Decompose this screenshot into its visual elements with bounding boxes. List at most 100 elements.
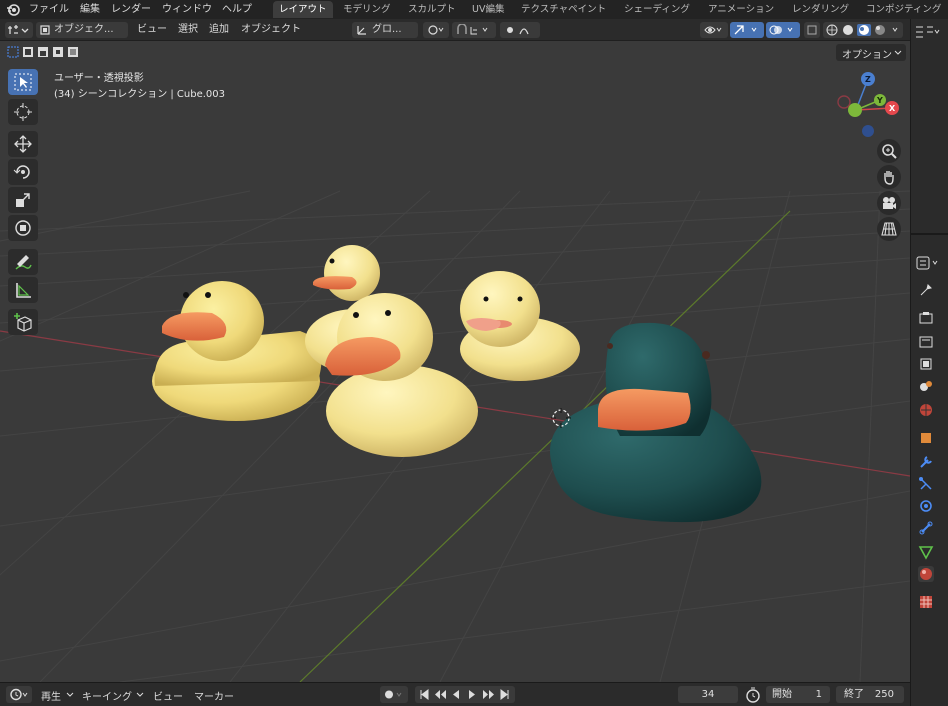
move-tool[interactable] <box>8 131 38 157</box>
object-tab-icon[interactable] <box>918 430 934 446</box>
tab-modeling[interactable]: モデリング <box>337 1 397 18</box>
xray-icon <box>807 25 817 35</box>
view-layer-tab-icon[interactable] <box>918 356 934 372</box>
menu-window[interactable]: ウィンドウ <box>162 2 212 17</box>
pan-button[interactable] <box>877 165 901 189</box>
auto-keying-toggle[interactable] <box>380 686 408 703</box>
render-tab-icon[interactable] <box>918 310 934 326</box>
tab-shading[interactable]: シェーディング <box>618 1 696 18</box>
world-tab-icon[interactable] <box>918 402 934 418</box>
constraints-tab-icon[interactable] <box>918 520 934 536</box>
tool-tab-icon[interactable] <box>918 282 934 298</box>
playback-controls[interactable] <box>415 686 515 703</box>
duck-right-yellow[interactable] <box>460 271 580 381</box>
duck-center[interactable] <box>325 293 478 457</box>
tab-animation[interactable]: アニメーション <box>702 1 780 18</box>
3d-cursor-icon <box>14 103 32 121</box>
header-menu-view[interactable]: ビュー <box>137 22 167 38</box>
scene-tab-icon[interactable] <box>918 378 934 394</box>
zoom-icon <box>882 144 897 159</box>
measure-tool[interactable] <box>8 277 38 303</box>
tab-compositing[interactable]: コンポジティング <box>860 1 947 18</box>
modifier-tab-icon[interactable] <box>918 454 934 470</box>
orientation-label: グロ... <box>372 24 402 35</box>
visibility-dropdown[interactable] <box>700 22 728 38</box>
keying-menu[interactable]: キーイング <box>82 688 132 703</box>
tab-texture-paint[interactable]: テクスチャペイント <box>515 1 612 18</box>
tab-rendering[interactable]: レンダリング <box>786 1 855 18</box>
playback-icons <box>420 689 509 700</box>
preview-range-toggle[interactable] <box>744 686 762 703</box>
camera-icon <box>883 197 896 209</box>
transform-orientation-dropdown[interactable]: グロ... <box>352 22 418 38</box>
menu-render[interactable]: レンダー <box>111 2 151 17</box>
physics-tab-icon[interactable] <box>918 498 934 514</box>
annotate-tool[interactable] <box>8 249 38 275</box>
transform-tool[interactable] <box>8 215 38 241</box>
mode-dropdown[interactable]: オブジェク... <box>36 22 128 38</box>
select-box-tool[interactable] <box>8 69 38 95</box>
hand-icon <box>884 171 894 185</box>
gizmo-x-label: X <box>889 104 896 113</box>
view-name-label: ユーザー・透視投影 <box>54 73 144 84</box>
particles-tab-icon[interactable] <box>918 476 934 492</box>
texture-tab-icon[interactable] <box>918 594 934 610</box>
shading-mode-group[interactable] <box>823 22 903 38</box>
playback-menu[interactable]: 再生 <box>41 688 61 703</box>
shading-icons <box>826 24 898 36</box>
3d-viewport[interactable]: ユーザー・透視投影 (34) シーンコレクション | Cube.003 オプショ… <box>0 41 910 682</box>
tab-uv-editing[interactable]: UV編集 <box>466 1 510 18</box>
timeline-header: 再生 キーイング ビュー マーカー 34 開始 1 終了 250 <box>0 682 910 706</box>
menu-help[interactable]: ヘルプ <box>222 2 252 17</box>
xray-toggle[interactable] <box>804 22 820 38</box>
proportional-edit-toggle[interactable] <box>500 22 540 38</box>
rotate-tool[interactable] <box>8 159 38 185</box>
record-icon <box>385 690 402 699</box>
chevron-down-icon <box>66 692 74 697</box>
scale-tool[interactable] <box>8 187 38 213</box>
grid-icon <box>881 222 897 236</box>
menu-file[interactable]: ファイル <box>29 2 69 17</box>
timeline-editor-type[interactable] <box>6 686 32 703</box>
snap-toggle[interactable] <box>452 22 496 38</box>
end-frame-label: 終了 <box>844 689 864 700</box>
header-menu-object[interactable]: オブジェクト <box>241 22 301 38</box>
marker-menu[interactable]: マーカー <box>194 688 234 703</box>
outliner-editor-icon[interactable] <box>913 23 947 41</box>
start-frame-label: 開始 <box>772 689 792 700</box>
current-frame-field[interactable]: 34 <box>678 686 738 703</box>
header-menu-select[interactable]: 選択 <box>178 22 198 38</box>
start-frame-field[interactable]: 開始 1 <box>766 686 830 703</box>
tab-sculpt[interactable]: スカルプト <box>402 1 462 18</box>
chevron-down-icon <box>136 692 144 697</box>
timeline-view-menu[interactable]: ビュー <box>153 688 183 703</box>
duck-teal[interactable] <box>550 322 762 523</box>
options-dropdown[interactable]: オプション <box>836 44 906 61</box>
visibility-icon <box>704 26 722 34</box>
pivot-icon <box>428 25 444 35</box>
snap-icon <box>457 24 488 35</box>
data-tab-icon[interactable] <box>918 544 934 560</box>
blender-logo-icon[interactable] <box>6 2 20 17</box>
selection-mode-buttons[interactable] <box>6 44 86 60</box>
menu-edit[interactable]: 編集 <box>80 2 100 17</box>
add-cube-tool[interactable] <box>8 309 38 335</box>
gizmo-toggle[interactable] <box>730 22 764 38</box>
overlays-toggle[interactable] <box>766 22 800 38</box>
move-icon <box>14 135 32 153</box>
pivot-point-dropdown[interactable] <box>423 22 449 38</box>
editor-type-button[interactable] <box>5 22 33 38</box>
annotate-pencil-icon <box>15 255 32 270</box>
end-frame-field[interactable]: 終了 250 <box>836 686 904 703</box>
viewport-scene <box>0 190 910 682</box>
zoom-button[interactable] <box>877 139 901 163</box>
header-menu-add[interactable]: 追加 <box>209 22 229 38</box>
cursor-tool[interactable] <box>8 99 38 125</box>
camera-view-button[interactable] <box>877 191 901 215</box>
orientation-icon <box>357 26 366 35</box>
material-tab-icon[interactable] <box>918 566 934 582</box>
perspective-toggle-button[interactable] <box>877 217 901 241</box>
output-tab-icon[interactable] <box>918 334 934 350</box>
properties-editor-icon[interactable] <box>915 255 945 271</box>
tab-layout[interactable]: レイアウト <box>273 1 333 18</box>
